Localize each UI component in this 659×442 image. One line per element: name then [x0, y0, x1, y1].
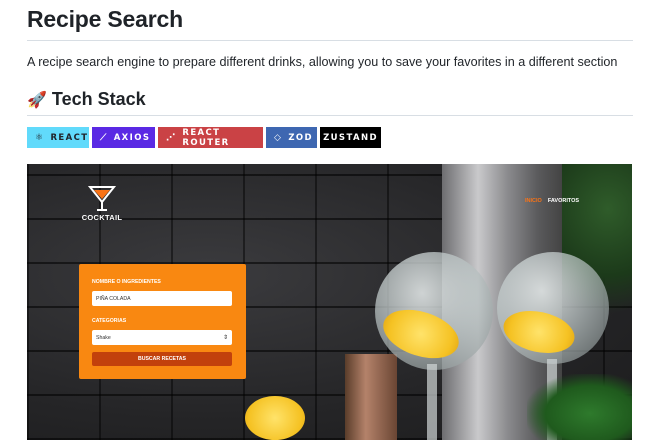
name-label: NOMBRE O INGREDIENTES [92, 279, 161, 285]
page-title: Recipe Search [27, 6, 183, 32]
nav-inicio[interactable]: INICIO [525, 198, 542, 204]
chevron-updown-icon: ⇕ [222, 335, 228, 341]
logo-text: COCKTAIL [81, 213, 123, 222]
cocktail-glass-icon [87, 186, 117, 211]
badge-label: REACT ROUTER [182, 127, 230, 148]
tech-divider [27, 115, 633, 116]
nav-favoritos[interactable]: FAVORITOS [548, 198, 579, 204]
badge-zod[interactable]: ◇ ZOD [266, 127, 317, 148]
react-router-icon: ⋰ [166, 132, 177, 143]
zod-icon: ◇ [274, 132, 283, 143]
category-value: Shake [96, 334, 111, 341]
app-nav: INICIO FAVORITOS [525, 198, 579, 204]
react-icon: ⚛ [35, 132, 45, 143]
tech-stack-heading: 🚀 Tech Stack [27, 89, 146, 110]
search-form: NOMBRE O INGREDIENTES PIÑA COLADA CATEGO… [79, 264, 246, 379]
badge-zustand[interactable]: ZUSTAND [320, 127, 381, 148]
badge-label: AXIOS [113, 132, 151, 143]
page-description: A recipe search engine to prepare differ… [27, 55, 618, 69]
tech-badges: ⚛ REACT ⟋ AXIOS ⋰ REACT ROUTER ◇ ZOD ZUS… [27, 127, 381, 148]
name-input[interactable]: PIÑA COLADA [92, 291, 232, 306]
badge-label: ZUSTAND [323, 132, 378, 143]
tech-stack-label: Tech Stack [51, 89, 146, 109]
badge-label: ZOD [288, 132, 313, 143]
jigger-image [345, 354, 397, 440]
title-divider [27, 40, 633, 41]
search-recipes-button[interactable]: BUSCAR RECETAS [92, 352, 232, 366]
rocket-icon: 🚀 [27, 91, 47, 109]
app-screenshot: COCKTAIL INICIO FAVORITOS NOMBRE O INGRE… [27, 164, 632, 440]
badge-axios[interactable]: ⟋ AXIOS [92, 127, 155, 148]
leaf-image [527, 374, 632, 440]
badge-label: REACT [50, 132, 89, 143]
badge-react-router[interactable]: ⋰ REACT ROUTER [158, 127, 263, 148]
lemon-image [245, 396, 305, 440]
cocktail-logo[interactable]: COCKTAIL [79, 184, 125, 222]
category-select[interactable]: Shake ⇕ [92, 330, 232, 345]
glass-stem [427, 364, 437, 440]
category-label: CATEGORIAS [92, 318, 127, 324]
axios-icon: ⟋ [100, 132, 108, 143]
badge-react[interactable]: ⚛ REACT [27, 127, 89, 148]
